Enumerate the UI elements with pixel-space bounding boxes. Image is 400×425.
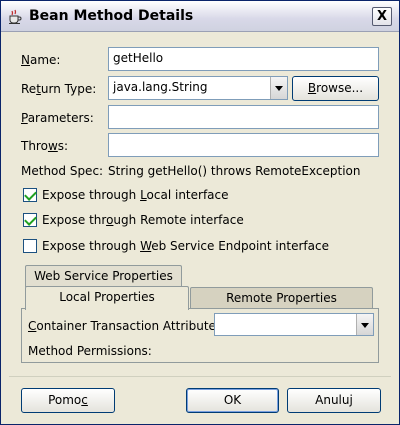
expose-local-label[interactable]: Expose through Local interface: [42, 188, 229, 202]
method-permissions-label: Method Permissions:: [28, 344, 152, 358]
expose-web-service-checkbox[interactable]: [23, 239, 37, 253]
bean-method-details-dialog: Bean Method Details X Name: getHello Ret…: [0, 0, 400, 425]
chevron-down-icon[interactable]: [356, 314, 373, 335]
browse-button[interactable]: Browse...: [292, 76, 379, 101]
name-value: getHello: [113, 51, 164, 65]
return-type-label: Return Type:: [21, 82, 97, 96]
name-field[interactable]: getHello: [108, 47, 379, 71]
chevron-down-icon[interactable]: [270, 77, 287, 99]
parameters-label: Parameters:: [21, 111, 94, 125]
method-spec-value: String getHello() throws RemoteException: [108, 164, 361, 178]
close-icon: X: [376, 9, 388, 24]
tab-local-properties[interactable]: Local Properties: [25, 286, 189, 310]
method-spec-label: Method Spec:: [21, 164, 104, 178]
ok-button[interactable]: OK: [186, 388, 279, 413]
expose-remote-label[interactable]: Expose through Remote interface: [42, 213, 244, 227]
container-transaction-label: Container Transaction Attribute:: [28, 319, 220, 333]
tab-web-service-properties[interactable]: Web Service Properties: [25, 265, 182, 287]
java-coffee-cup-icon: [9, 9, 22, 24]
close-button[interactable]: X: [372, 7, 392, 26]
local-properties-panel: Container Transaction Attribute: Method …: [21, 308, 379, 363]
tab-remote-properties[interactable]: Remote Properties: [190, 287, 373, 309]
help-button[interactable]: Pomoc: [21, 388, 115, 413]
throws-field[interactable]: [108, 133, 379, 157]
divider: [9, 376, 391, 377]
return-type-combo[interactable]: java.lang.String: [108, 76, 288, 100]
name-label: Name:: [21, 53, 61, 67]
expose-remote-checkbox[interactable]: [23, 213, 37, 227]
window-title: Bean Method Details: [29, 8, 194, 24]
cancel-button[interactable]: Anuluj: [287, 388, 381, 413]
container-transaction-combo[interactable]: [214, 313, 374, 336]
expose-web-service-label[interactable]: Expose through Web Service Endpoint inte…: [42, 239, 329, 253]
title-bar[interactable]: Bean Method Details X: [1, 1, 399, 32]
parameters-field[interactable]: [108, 105, 379, 129]
return-type-value: java.lang.String: [113, 80, 208, 94]
expose-local-checkbox[interactable]: [23, 188, 37, 202]
throws-label: Throws:: [21, 139, 69, 153]
